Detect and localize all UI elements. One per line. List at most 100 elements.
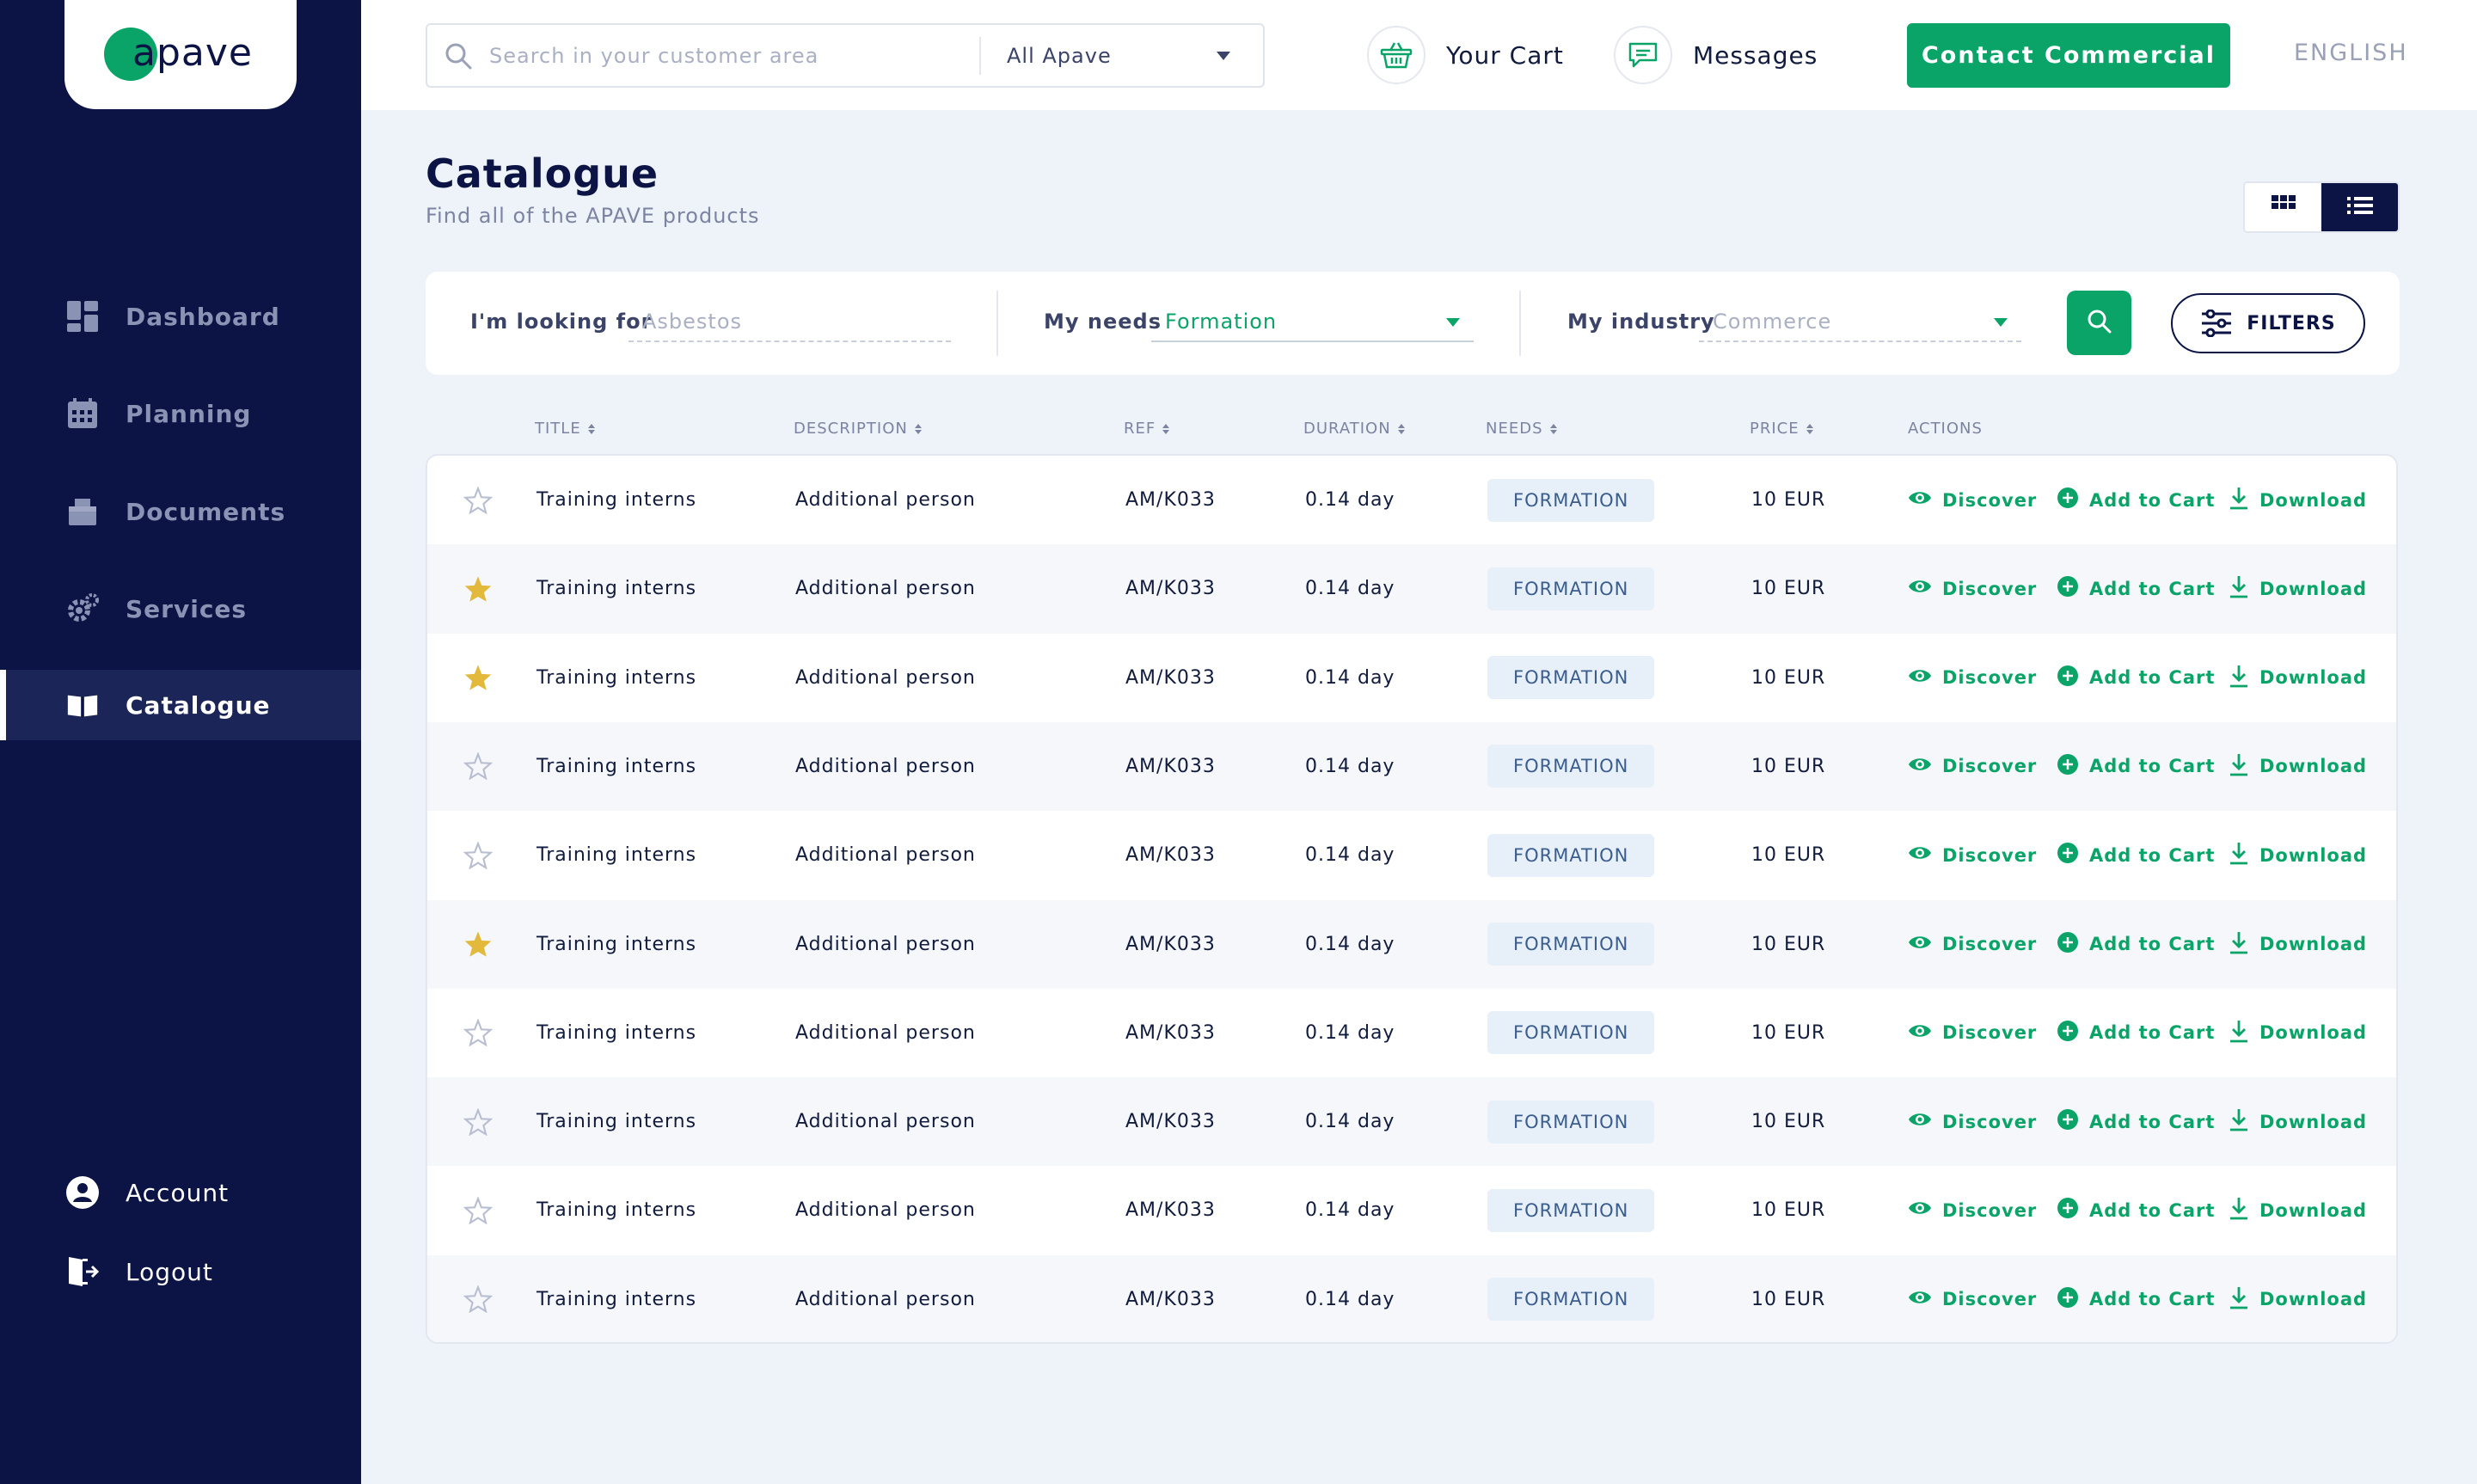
- download-label: Download: [2259, 934, 2368, 954]
- column-header-title[interactable]: TITLE: [535, 420, 595, 438]
- row-ref: AM/K033: [1125, 1111, 1216, 1133]
- add-to-cart-button[interactable]: Add to Cart: [2057, 1197, 2215, 1223]
- add-to-cart-button[interactable]: Add to Cart: [2057, 1286, 2215, 1313]
- download-icon: [2229, 1019, 2259, 1047]
- column-header-price[interactable]: PRICE: [1750, 420, 1813, 438]
- logo[interactable]: apave: [64, 0, 297, 109]
- discover-label: Discover: [1942, 844, 2038, 866]
- row-title: Training interns: [536, 666, 697, 689]
- contact-commercial-button[interactable]: Contact Commercial: [1907, 23, 2230, 88]
- star-outline-icon[interactable]: [463, 1255, 493, 1342]
- chevron-down-icon: [1217, 51, 1230, 60]
- star-outline-icon[interactable]: [463, 722, 493, 811]
- row-duration: 0.14 day: [1305, 933, 1395, 955]
- sidebar-item-account[interactable]: Account: [0, 1157, 361, 1228]
- add-to-cart-button[interactable]: Add to Cart: [2057, 1108, 2215, 1135]
- messages-link[interactable]: Messages: [1614, 26, 1818, 84]
- star-outline-icon[interactable]: [463, 456, 493, 544]
- column-header-description[interactable]: DESCRIPTION: [794, 420, 922, 438]
- row-duration: 0.14 day: [1305, 1111, 1395, 1133]
- grid-view-button[interactable]: [2245, 183, 2321, 231]
- discover-button[interactable]: Discover: [1908, 1199, 2037, 1221]
- chat-icon: [1614, 26, 1672, 84]
- download-button[interactable]: Download: [2229, 1196, 2367, 1224]
- star-outline-icon[interactable]: [463, 1077, 493, 1166]
- discover-button[interactable]: Discover: [1908, 1289, 2037, 1310]
- star-filled-icon[interactable]: [463, 634, 493, 722]
- sidebar-item-dashboard[interactable]: Dashboard: [0, 281, 361, 352]
- add-to-cart-button[interactable]: Add to Cart: [2057, 753, 2215, 780]
- filter-search-button[interactable]: [2067, 291, 2131, 355]
- row-duration: 0.14 day: [1305, 1021, 1395, 1044]
- row-description: Additional person: [795, 933, 976, 955]
- table-row: Training interns Additional person AM/K033…: [427, 1077, 2396, 1167]
- discover-button[interactable]: Discover: [1908, 756, 2037, 777]
- column-header-label: DESCRIPTION: [794, 420, 908, 438]
- industry-dropdown[interactable]: Commerce: [1699, 306, 2021, 342]
- discover-button[interactable]: Discover: [1908, 489, 2037, 511]
- sidebar-item-label: Account: [126, 1178, 230, 1207]
- add-to-cart-label: Add to Cart: [2089, 934, 2216, 954]
- row-price: 10 EUR: [1751, 1288, 1826, 1310]
- download-button[interactable]: Download: [2229, 574, 2367, 603]
- row-duration: 0.14 day: [1305, 1288, 1395, 1310]
- add-to-cart-button[interactable]: Add to Cart: [2057, 842, 2215, 868]
- cart-link[interactable]: Your Cart: [1367, 26, 1564, 84]
- filters-button[interactable]: FILTERS: [2171, 293, 2365, 353]
- column-header-ref[interactable]: REF: [1124, 420, 1170, 438]
- discover-button[interactable]: Discover: [1908, 578, 2037, 599]
- view-toggle: [2243, 181, 2400, 233]
- download-button[interactable]: Download: [2229, 1019, 2367, 1047]
- star-filled-icon[interactable]: [463, 900, 493, 989]
- download-button[interactable]: Download: [2229, 1285, 2367, 1314]
- sidebar-item-planning[interactable]: Planning: [0, 378, 361, 449]
- column-header-needs[interactable]: NEEDS: [1486, 420, 1557, 438]
- scope-dropdown[interactable]: All Apave: [981, 44, 1263, 68]
- discover-button[interactable]: Discover: [1908, 844, 2037, 866]
- sidebar-item-services[interactable]: Services: [0, 573, 361, 644]
- sort-icon: [1397, 423, 1405, 434]
- list-view-button[interactable]: [2321, 183, 2398, 231]
- discover-label: Discover: [1942, 1022, 2038, 1044]
- download-button[interactable]: Download: [2229, 841, 2367, 869]
- sidebar-item-logout[interactable]: Logout: [0, 1236, 361, 1307]
- download-button[interactable]: Download: [2229, 664, 2367, 692]
- eye-icon: [1908, 578, 1942, 599]
- language-selector[interactable]: ENGLISH: [2294, 40, 2408, 66]
- add-to-cart-button[interactable]: Add to Cart: [2057, 1020, 2215, 1046]
- add-to-cart-button[interactable]: Add to Cart: [2057, 665, 2215, 691]
- row-ref: AM/K033: [1125, 933, 1216, 955]
- add-to-cart-button[interactable]: Add to Cart: [2057, 575, 2215, 602]
- eye-icon: [1908, 489, 1942, 511]
- star-outline-icon[interactable]: [463, 989, 493, 1077]
- sidebar-item-catalogue[interactable]: Catalogue: [0, 670, 361, 740]
- needs-badge-cell: FORMATION: [1487, 1255, 1655, 1342]
- star-outline-icon[interactable]: [463, 1166, 493, 1254]
- needs-badge: FORMATION: [1487, 478, 1655, 522]
- search-input[interactable]: [489, 43, 979, 68]
- download-button[interactable]: Download: [2229, 1107, 2367, 1136]
- download-button[interactable]: Download: [2229, 486, 2367, 514]
- download-button[interactable]: Download: [2229, 930, 2367, 959]
- row-ref: AM/K033: [1125, 844, 1216, 867]
- needs-dropdown[interactable]: Formation: [1151, 306, 1474, 342]
- discover-button[interactable]: Discover: [1908, 667, 2037, 689]
- row-description: Additional person: [795, 1021, 976, 1044]
- sidebar-item-documents[interactable]: Documents: [0, 476, 361, 547]
- discover-button[interactable]: Discover: [1908, 934, 2037, 955]
- download-button[interactable]: Download: [2229, 752, 2367, 781]
- add-to-cart-button[interactable]: Add to Cart: [2057, 931, 2215, 958]
- star-outline-icon[interactable]: [463, 811, 493, 899]
- star-filled-icon[interactable]: [463, 544, 493, 633]
- discover-button[interactable]: Discover: [1908, 1111, 2037, 1132]
- download-label: Download: [2259, 844, 2368, 866]
- sliders-icon: [2202, 310, 2232, 337]
- row-duration: 0.14 day: [1305, 755, 1395, 777]
- download-icon: [2229, 1196, 2259, 1224]
- discover-label: Discover: [1942, 1289, 2038, 1310]
- column-header-duration[interactable]: DURATION: [1303, 420, 1405, 438]
- add-to-cart-button[interactable]: Add to Cart: [2057, 487, 2215, 513]
- book-icon: [65, 688, 100, 722]
- discover-button[interactable]: Discover: [1908, 1022, 2037, 1044]
- looking-for-input[interactable]: Asbestos: [628, 306, 951, 342]
